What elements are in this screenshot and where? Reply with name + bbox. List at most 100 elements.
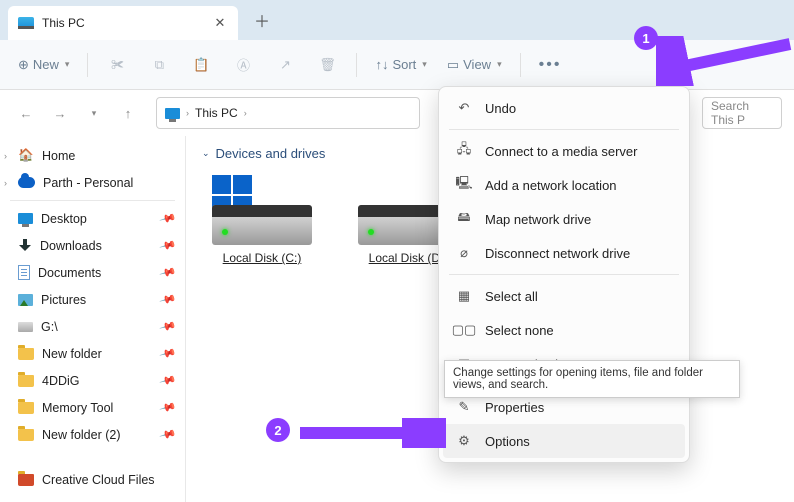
back-button[interactable]: ← (12, 99, 40, 127)
label: Disconnect network drive (485, 246, 630, 261)
share-button[interactable]: ↗ (268, 49, 302, 81)
label: Memory Tool (42, 401, 113, 415)
sidebar-item-home[interactable]: ›🏠Home (0, 142, 185, 169)
pin-icon: 📌 (159, 398, 177, 416)
label: Add a network location (485, 178, 617, 193)
pin-icon: 📌 (159, 290, 177, 308)
label: Home (42, 149, 75, 163)
separator (449, 274, 679, 275)
label: Connect to a media server (485, 144, 637, 159)
chevron-right-icon: › (186, 108, 189, 118)
annotation-arrow-2 (296, 418, 446, 448)
folder-icon (18, 474, 34, 486)
address-bar[interactable]: › This PC › (156, 97, 420, 129)
annotation-badge-2: 2 (266, 418, 290, 442)
view-label: View (463, 57, 491, 72)
pin-icon: 📌 (159, 209, 177, 227)
new-button[interactable]: ⊕ New ▾ (12, 49, 75, 81)
drive-icon (212, 175, 312, 245)
menu-undo[interactable]: ↶Undo (443, 91, 685, 125)
pin-icon: 📌 (159, 371, 177, 389)
annotation-badge-1: 1 (634, 26, 658, 50)
breadcrumb-this-pc[interactable]: This PC (195, 106, 238, 120)
sidebar-item-memorytool[interactable]: Memory Tool 📌 (0, 394, 185, 421)
folder-icon (18, 375, 34, 387)
sidebar-item-pictures[interactable]: Pictures📌 (0, 286, 185, 313)
sort-button[interactable]: ↑↓ Sort ▾ (369, 49, 432, 81)
documents-icon (18, 265, 30, 280)
label: Parth - Personal (43, 176, 133, 190)
map-drive-icon: 🖴 (455, 208, 473, 230)
pin-icon: 📌 (159, 344, 177, 362)
sidebar-item-gdrive[interactable]: G:\📌 (0, 313, 185, 340)
sidebar-item-documents[interactable]: Documents📌 (0, 259, 185, 286)
sidebar: ›🏠Home ›Parth - Personal Desktop 📌 Downlo… (0, 136, 186, 502)
tab-title: This PC (42, 16, 204, 30)
sidebar-item-newfolder[interactable]: New folder📌 (0, 340, 185, 367)
trash-icon: 🗑 (319, 57, 336, 73)
menu-disconnect-drive[interactable]: ⌀Disconnect network drive (443, 236, 685, 270)
label: G:\ (41, 320, 58, 334)
section-label: Devices and drives (216, 146, 326, 161)
gear-icon: ⚙ (455, 433, 473, 449)
label: Undo (485, 101, 516, 116)
recent-button[interactable]: ▾ (80, 99, 108, 127)
search-input[interactable]: Search This P (702, 97, 782, 129)
pin-icon: 📌 (159, 425, 177, 443)
downloads-icon (18, 239, 32, 253)
forward-button[interactable]: → (46, 99, 74, 127)
sidebar-item-desktop[interactable]: Desktop 📌 (0, 205, 185, 232)
tooltip-text: Change settings for opening items, file … (453, 367, 703, 391)
sidebar-item-creativecloud[interactable]: Creative Cloud Files (0, 466, 185, 493)
sidebar-item-newfolder2[interactable]: New folder (2) 📌 (0, 421, 185, 448)
menu-add-network[interactable]: 🖳 Add a network location (443, 168, 685, 202)
search-placeholder: Search This P (711, 99, 773, 127)
close-tab-button[interactable]: ✕ (212, 15, 228, 31)
menu-map-drive[interactable]: 🖴Map network drive (443, 202, 685, 236)
more-button[interactable]: ••• (533, 49, 568, 81)
cloud-icon (18, 177, 35, 188)
rename-icon: Ⓐ (237, 55, 250, 74)
menu-connect-media[interactable]: 🖧Connect to a media server (443, 134, 685, 168)
plus-circle-icon: ⊕ (18, 57, 29, 73)
menu-select-none[interactable]: ▢▢Select none (443, 313, 685, 347)
view-icon: ▭ (447, 57, 459, 73)
copy-button[interactable]: ⧉ (142, 49, 176, 81)
label: New folder (2) (42, 428, 121, 442)
separator (87, 53, 88, 77)
chevron-down-icon: ▾ (422, 59, 427, 70)
chevron-down-icon: ▾ (65, 59, 70, 70)
sidebar-item-onedrive[interactable]: ›Parth - Personal (0, 169, 185, 196)
label: Options (485, 434, 530, 449)
paste-button[interactable]: 📋 (184, 49, 218, 81)
cut-button[interactable]: ✀ (100, 49, 134, 81)
folder-icon (18, 429, 34, 441)
separator (10, 200, 175, 201)
drive-icon (18, 322, 33, 332)
ellipsis-icon: ••• (539, 56, 562, 74)
view-button[interactable]: ▭ View ▾ (441, 49, 508, 81)
more-context-menu: ↶Undo 🖧Connect to a media server 🖳 Add a … (438, 86, 690, 463)
sort-label: Sort (392, 57, 416, 72)
new-tab-button[interactable]: ＋ (246, 4, 278, 36)
label: Creative Cloud Files (42, 473, 155, 487)
network-icon: 🖳 (455, 174, 473, 196)
rename-button[interactable]: Ⓐ (226, 49, 260, 81)
sidebar-item-4ddig[interactable]: 4DDiG📌 (0, 367, 185, 394)
menu-options[interactable]: ⚙ Options (443, 424, 685, 458)
separator (520, 53, 521, 77)
up-button[interactable]: ↑ (114, 99, 142, 127)
share-icon: ↗ (280, 57, 291, 73)
label: Select all (485, 289, 538, 304)
chevron-down-icon: ⌄ (202, 148, 210, 159)
sidebar-item-downloads[interactable]: Downloads📌 (0, 232, 185, 259)
drive-c[interactable]: Local Disk (C:) (202, 175, 322, 265)
tab-this-pc[interactable]: This PC ✕ (8, 6, 238, 40)
select-all-icon: ▦ (455, 288, 473, 304)
menu-select-all[interactable]: ▦ Select all (443, 279, 685, 313)
pin-icon: 📌 (159, 236, 177, 254)
separator (449, 129, 679, 130)
chevron-down-icon: ▾ (497, 59, 502, 70)
label: Desktop (41, 212, 87, 226)
delete-button[interactable]: 🗑 (310, 49, 344, 81)
